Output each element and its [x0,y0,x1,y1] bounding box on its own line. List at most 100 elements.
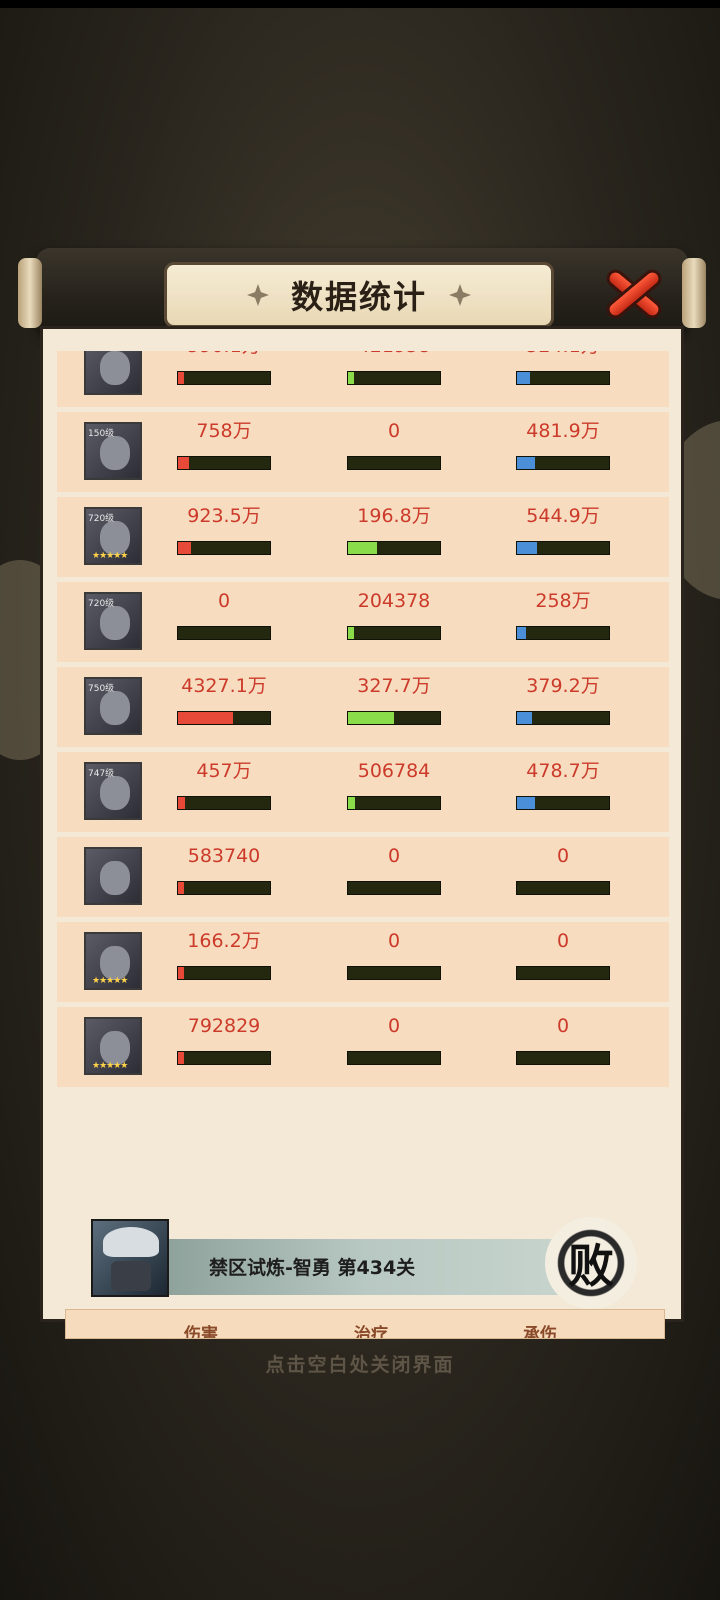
heal-value: 0 [387,930,401,952]
damage-cell: 457万 [177,758,271,810]
tank-cell: 0 [516,843,610,895]
heal-bar-fill [348,712,394,724]
heal-value: 421958 [347,351,441,359]
heal-bar [347,966,441,980]
heal-cell: 196.8万 [347,503,441,555]
damage-bar [177,456,271,470]
tank-cell: 0 [516,928,610,980]
heal-bar-fill [348,542,378,554]
heal-bar [347,626,441,640]
tank-bar [516,966,610,980]
tank-value: 481.9万 [526,420,600,442]
damage-value: 923.5万 [187,505,261,527]
heal-cell: 0 [347,1013,441,1065]
defeat-badge: 败 [545,1217,637,1309]
heal-value: 0 [387,1015,401,1037]
damage-value: 792829 [187,1015,261,1037]
portrait-stars: ★★★★★ [92,551,128,561]
tank-bar [516,456,610,470]
tank-cell: 258万 [516,588,610,640]
portrait-level: 720级 [88,514,115,524]
scroll-rod-end [18,258,42,328]
portrait-yellow-hair-ninja [84,351,142,395]
damage-bar [177,966,271,980]
stats-row: 720级 0 204378 258万 [57,582,669,662]
portrait-red-hair-ninja: 720级 [84,592,142,650]
tank-bar-fill [517,797,536,809]
tank-cell: 0 [516,1013,610,1065]
stats-row: 150级 758万 0 481.9万 [57,412,669,492]
damage-cell: 4327.1万 [177,673,271,725]
portrait-toad-sage: ★★★★★ [84,932,142,990]
damage-bar [177,796,271,810]
stats-row: ★★★★★ 792829 0 0 [57,1007,669,1087]
portrait-level: 150级 [88,429,115,439]
tank-bar [516,371,610,385]
damage-bar-fill [178,797,186,809]
tank-value: 0 [556,845,570,867]
heal-cell: 0 [347,843,441,895]
damage-cell: 758万 [177,418,271,470]
tank-bar [516,626,610,640]
tank-value: 0 [556,1015,570,1037]
dialog-title: 数据统计 [290,278,427,316]
damage-cell: 166.2万 [177,928,271,980]
portrait-masked-ninja: 150级 [84,422,142,480]
tank-cell: 478.7万 [516,758,610,810]
tank-value: 258万 [535,590,591,612]
portrait-pain: 750级 [84,677,142,735]
tank-cell: 379.2万 [516,673,610,725]
heal-cell: 421958 [347,351,441,385]
damage-bar-fill [178,967,184,979]
stage-level: 第434关 [337,1257,416,1279]
stats-header: 伤害 治疗 承伤 [65,1309,665,1339]
tank-cell: 544.9万 [516,503,610,555]
tank-bar-fill [517,542,538,554]
portrait-stars: ★★★★★ [92,976,128,986]
damage-value: 590.1万 [177,351,271,359]
close-x-icon[interactable] [598,260,668,324]
shuriken-icon [449,284,471,306]
stage-name: 禁区试炼-智勇 [209,1257,331,1279]
tank-cell: 524.1万 [516,351,610,385]
damage-bar-fill [178,712,234,724]
stage-banner: 禁区试炼-智勇 第434关 [147,1239,587,1295]
stats-row: 720级 ★★★★★ 923.5万 196.8万 544.9万 [57,497,669,577]
stats-list[interactable]: 590.1万 421958 524.1万 150级 758万 0 481.9万 720级 ★★★… [57,351,669,1121]
tank-bar [516,881,610,895]
heal-cell: 0 [347,418,441,470]
close-hint: 点击空白处关闭界面 [265,1354,455,1376]
tank-bar [516,796,610,810]
portrait-dark-hooded-ninja: 720级 ★★★★★ [84,507,142,565]
damage-bar-fill [178,457,190,469]
damage-cell: 923.5万 [177,503,271,555]
heal-bar [347,1051,441,1065]
tank-bar [516,711,610,725]
tank-value: 379.2万 [526,675,600,697]
damage-bar [177,626,271,640]
tank-value: 0 [556,930,570,952]
heal-bar-fill [348,627,354,639]
damage-bar [177,881,271,895]
header-tank: 承伤 [523,1325,557,1339]
heal-value: 204378 [357,590,431,612]
heal-bar [347,371,441,385]
portrait-stars: ★★★★★ [92,1061,128,1071]
damage-bar [177,711,271,725]
heal-bar [347,796,441,810]
heal-bar [347,711,441,725]
portrait-silver-hair-ninja: 747级 [84,762,142,820]
header-heal: 治疗 [354,1325,388,1339]
portrait-level: 720级 [88,599,115,609]
damage-bar-fill [178,372,184,384]
damage-bar [177,541,271,555]
scroll-rod-end [682,258,706,328]
heal-cell: 327.7万 [347,673,441,725]
damage-value: 457万 [196,760,252,782]
damage-cell: 590.1万 [177,351,271,385]
stats-dialog: 数据统计 590.1万 421958 524.1万 150级 758万 0 481.9万 72… [18,240,706,1339]
tank-value: 544.9万 [526,505,600,527]
damage-value: 583740 [187,845,261,867]
stats-row: 583740 0 0 [57,837,669,917]
damage-cell: 792829 [177,1013,271,1065]
